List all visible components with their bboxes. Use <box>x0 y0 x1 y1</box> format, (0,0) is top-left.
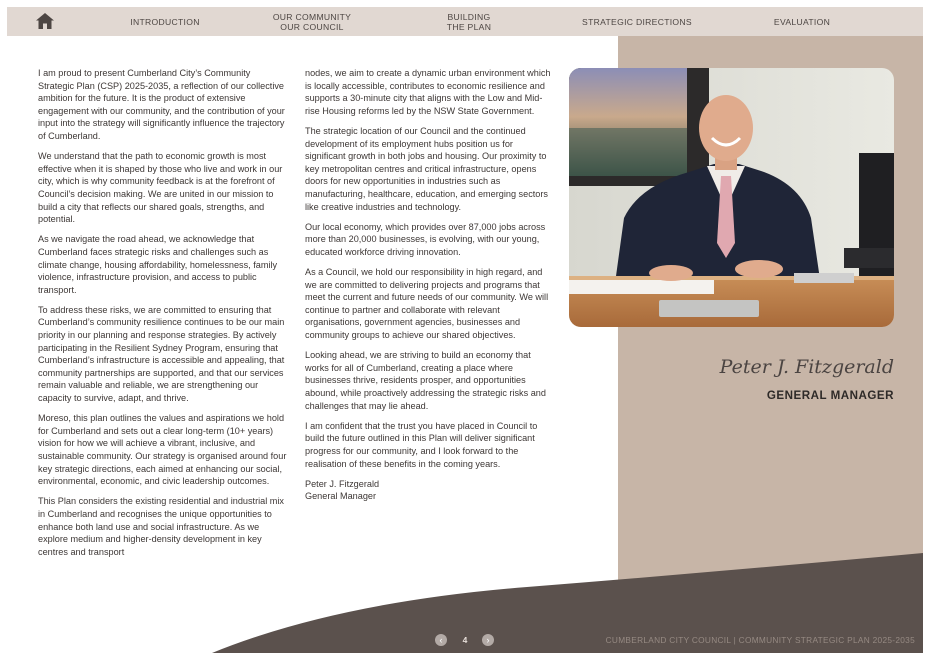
paragraph: Moreso, this plan outlines the values an… <box>38 413 287 487</box>
general-manager-photo <box>569 68 894 327</box>
paragraph: nodes, we aim to create a dynamic urban … <box>305 68 551 116</box>
paragraph: Our local economy, which provides over 8… <box>305 221 546 257</box>
chevron-left-icon[interactable]: ‹ <box>435 634 447 646</box>
signoff-role: General Manager <box>305 491 377 502</box>
paragraph: To address these risks, we are committed… <box>38 304 285 404</box>
nav-building-the-plan[interactable]: BUILDING THE PLAN <box>419 7 519 36</box>
chevron-right-icon[interactable]: › <box>482 634 494 646</box>
portrait-name: Peter J. Fitzgerald <box>719 356 894 378</box>
page-number: 4 <box>462 635 468 645</box>
message-column-right: nodes, we aim to create a dynamic urban … <box>305 67 555 503</box>
paragraph: As a Council, we hold our responsibility… <box>305 267 549 341</box>
paragraph: I am confident that the trust you have p… <box>305 420 538 469</box>
pagination: ‹ 4 › <box>435 634 495 648</box>
nav-our-community-our-council[interactable]: OUR COMMUNITY OUR COUNCIL <box>262 7 362 36</box>
paragraph: The strategic location of our Council an… <box>305 125 548 212</box>
paragraph: I am proud to present Cumberland City’s … <box>38 68 285 141</box>
paragraph: Looking ahead, we are striving to build … <box>305 350 546 411</box>
top-navigation: INTRODUCTION OUR COMMUNITY OUR COUNCIL B… <box>7 7 923 36</box>
nav-evaluation[interactable]: EVALUATION <box>752 7 852 36</box>
page: INTRODUCTION OUR COMMUNITY OUR COUNCIL B… <box>7 7 923 653</box>
nav-strategic-directions[interactable]: STRATEGIC DIRECTIONS <box>577 7 697 36</box>
paragraph: As we navigate the road ahead, we acknow… <box>38 234 278 295</box>
home-icon[interactable] <box>36 13 54 29</box>
paragraph: We understand that the path to economic … <box>38 151 283 225</box>
signoff-name: Peter J. Fitzgerald <box>305 478 380 489</box>
portrait-title: GENERAL MANAGER <box>766 389 894 402</box>
nav-introduction[interactable]: INTRODUCTION <box>115 7 215 36</box>
footer-title: CUMBERLAND CITY COUNCIL | COMMUNITY STRA… <box>605 635 915 645</box>
signoff: Peter J. Fitzgerald General Manager <box>305 478 555 503</box>
message-column-left: I am proud to present Cumberland City’s … <box>38 67 288 566</box>
